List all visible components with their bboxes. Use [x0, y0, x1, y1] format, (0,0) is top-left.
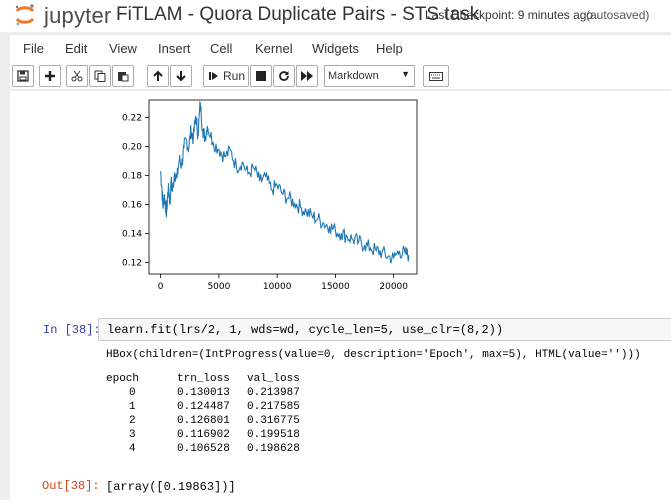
y-tick-label: 0.22	[122, 113, 142, 123]
code-input-area[interactable]: learn.fit(lrs/2, 1, wds=wd, cycle_len=5,…	[98, 318, 671, 341]
menu-help[interactable]: Help	[376, 41, 403, 56]
x-tick-label: 10000	[263, 282, 292, 292]
menu-cell[interactable]: Cell	[210, 41, 232, 56]
cut-button[interactable]	[66, 65, 88, 87]
command-palette-button[interactable]	[423, 65, 449, 87]
epoch-cell: 4	[129, 443, 136, 455]
run-label: Run	[223, 69, 246, 83]
jupyter-logo-icon	[15, 4, 35, 26]
copy-button[interactable]	[89, 65, 111, 87]
chevron-down-icon: ▼	[401, 69, 410, 79]
checkpoint-status: Last Checkpoint: 9 minutes ago	[425, 8, 594, 22]
code-text: learn.fit(lrs/2, 1, wds=wd, cycle_len=5,…	[107, 323, 504, 337]
scissors-icon	[71, 70, 83, 82]
y-tick-label: 0.18	[122, 171, 142, 181]
menu-view[interactable]: View	[109, 41, 137, 56]
epoch-cell: 3	[129, 429, 136, 441]
trn-loss-cell: 0.124487	[177, 401, 230, 413]
hbox-output: HBox(children=(IntProgress(value=0, desc…	[106, 349, 641, 361]
x-axis: 0 5000 10000 15000 20000	[158, 274, 408, 292]
keyboard-icon	[429, 71, 443, 81]
step-forward-icon	[209, 72, 218, 80]
col-header-epoch: epoch	[106, 373, 140, 385]
toolbar: Run Markdown ▼	[10, 62, 671, 90]
y-tick-label: 0.16	[122, 200, 142, 210]
cell-type-value: Markdown	[328, 70, 379, 82]
menu-kernel[interactable]: Kernel	[255, 41, 293, 56]
y-axis: 0.12 0.14 0.16 0.18 0.20 0.22	[122, 113, 149, 268]
move-up-button[interactable]	[147, 65, 169, 87]
trn-loss-cell: 0.126801	[177, 415, 230, 427]
x-tick-label: 5000	[207, 282, 230, 292]
save-button[interactable]	[12, 65, 34, 87]
x-tick-label: 20000	[379, 282, 408, 292]
paste-button[interactable]	[112, 65, 134, 87]
plus-icon	[45, 71, 55, 81]
menu-insert[interactable]: Insert	[158, 41, 191, 56]
restart-icon	[279, 71, 289, 81]
val-loss-cell: 0.199518	[247, 429, 300, 441]
fast-forward-icon	[301, 71, 313, 81]
arrow-up-icon	[153, 70, 163, 81]
jupyter-logo[interactable]: jupyter	[8, 2, 112, 28]
trn-loss-cell: 0.116902	[177, 429, 230, 441]
cell-type-select[interactable]: Markdown ▼	[324, 65, 415, 87]
val-loss-cell: 0.217585	[247, 401, 300, 413]
menu-edit[interactable]: Edit	[65, 41, 87, 56]
notebook-container: 0.12 0.14 0.16 0.18 0.20 0.22 0 5000 10000 15000…	[10, 91, 671, 500]
loss-plot: 0.12 0.14 0.16 0.18 0.20 0.22 0 5000 10000 15000…	[122, 99, 418, 292]
trn-loss-cell: 0.130013	[177, 387, 230, 399]
val-loss-cell: 0.198628	[247, 443, 300, 455]
interrupt-button[interactable]	[250, 65, 272, 87]
insert-cell-button[interactable]	[39, 65, 61, 87]
notebook-header: jupyter FiTLAM - Quora Duplicate Pairs -…	[0, 0, 671, 32]
arrow-down-icon	[176, 71, 186, 82]
copy-icon	[94, 70, 106, 82]
x-tick-label: 0	[158, 282, 164, 292]
restart-kernel-button[interactable]	[273, 65, 295, 87]
y-tick-label: 0.20	[122, 142, 142, 152]
jupyter-logo-text: jupyter	[44, 3, 112, 28]
move-down-button[interactable]	[170, 65, 192, 87]
epoch-cell: 1	[129, 401, 136, 413]
menu-widgets[interactable]: Widgets	[312, 41, 359, 56]
col-header-val-loss: val_loss	[247, 373, 300, 385]
autosave-status: (autosaved)	[586, 8, 650, 22]
trn-loss-cell: 0.106528	[177, 443, 230, 455]
y-tick-label: 0.12	[122, 258, 142, 268]
restart-run-all-button[interactable]	[296, 65, 318, 87]
run-button[interactable]: Run	[203, 65, 249, 87]
input-prompt: In [38]:	[43, 323, 101, 337]
save-icon	[17, 70, 29, 82]
col-header-trn-loss: trn_loss	[177, 373, 230, 385]
x-tick-label: 15000	[321, 282, 350, 292]
stop-icon	[256, 71, 266, 81]
val-loss-cell: 0.213987	[247, 387, 300, 399]
val-loss-cell: 0.316775	[247, 415, 300, 427]
epoch-cell: 2	[129, 415, 136, 427]
paste-icon	[118, 72, 129, 82]
menu-file[interactable]: File	[23, 41, 44, 56]
output-prompt: Out[38]:	[42, 479, 100, 493]
y-tick-label: 0.14	[122, 229, 142, 239]
output-result: [array([0.19863])]	[106, 480, 236, 494]
epoch-cell: 0	[129, 387, 136, 399]
menu-bar: File Edit View Insert Cell Kernel Widget…	[10, 34, 671, 62]
